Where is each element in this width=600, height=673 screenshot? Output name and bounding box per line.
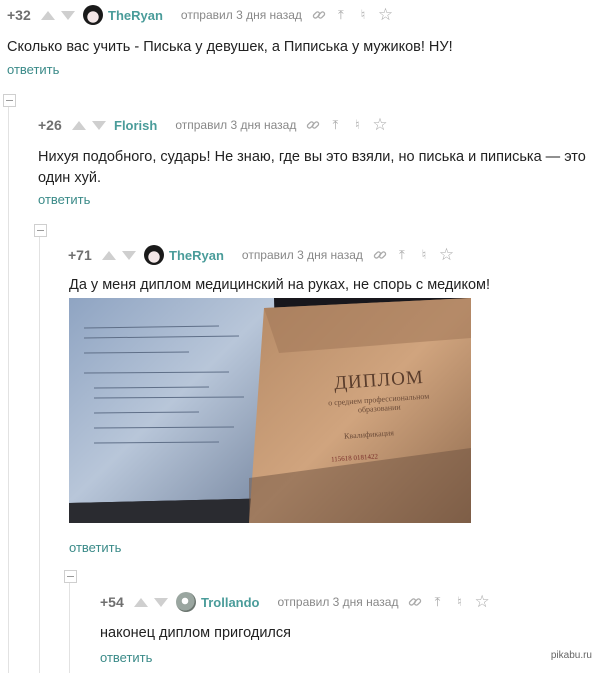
upvote-icon[interactable] <box>41 10 55 20</box>
upvote-icon[interactable] <box>134 597 148 607</box>
bookmark-icon[interactable]: ♮ <box>452 594 466 610</box>
avatar[interactable] <box>144 245 164 265</box>
comment-text: наконец диплом пригодился <box>100 625 291 641</box>
timestamp: отправил 3 дня назад <box>175 118 297 132</box>
collapse-toggle[interactable] <box>34 224 47 237</box>
timestamp: отправил 3 дня назад <box>241 248 363 262</box>
collapse-toggle[interactable] <box>3 94 16 107</box>
thread-line <box>8 106 9 673</box>
timestamp: отправил 3 дня назад <box>277 595 399 609</box>
avatar[interactable] <box>176 592 196 612</box>
comment-header: +26 Florish отправил 3 дня назад ⤒ ♮ ☆ <box>38 115 394 135</box>
rating: +54 <box>100 594 124 610</box>
bookmark-icon[interactable]: ♮ <box>356 7 370 23</box>
thread-line <box>69 582 70 673</box>
comment-text: Нихуя подобного, сударь! Не знаю, где вы… <box>38 149 586 186</box>
star-icon[interactable]: ☆ <box>439 245 454 265</box>
star-icon[interactable]: ☆ <box>372 115 387 135</box>
bookmark-icon[interactable]: ♮ <box>417 247 431 263</box>
comment-header: +54 Trollando отправил 3 дня назад ⤒ ♮ ☆ <box>100 592 496 612</box>
comment-header: +32 TheRyan отправил 3 дня назад ⤒ ♮ ☆ <box>7 5 400 25</box>
downvote-icon[interactable] <box>92 120 106 130</box>
comment-header: +71 TheRyan отправил 3 дня назад ⤒ ♮ ☆ <box>68 245 461 265</box>
attached-photo[interactable]: ДИПЛОМ о среднем профессиональном образо… <box>69 298 471 523</box>
pin-icon[interactable]: ⤒ <box>395 247 409 263</box>
author-name[interactable]: Florish <box>114 118 157 133</box>
author-name[interactable]: Trollando <box>201 595 260 610</box>
author-name[interactable]: TheRyan <box>169 248 224 263</box>
star-icon[interactable]: ☆ <box>474 592 489 612</box>
thread-line <box>39 236 40 673</box>
pin-icon[interactable]: ⤒ <box>430 594 444 610</box>
author-name[interactable]: TheRyan <box>108 8 163 23</box>
upvote-icon[interactable] <box>102 250 116 260</box>
collapse-toggle[interactable] <box>64 570 77 583</box>
link-icon[interactable] <box>373 248 387 262</box>
rating: +71 <box>68 247 92 263</box>
reply-link[interactable]: ответить <box>69 540 121 555</box>
watermark: pikabu.ru <box>550 650 592 661</box>
reply-link[interactable]: ответить <box>100 650 152 665</box>
upvote-icon[interactable] <box>72 120 86 130</box>
reply-link[interactable]: ответить <box>7 62 59 77</box>
downvote-icon[interactable] <box>154 597 168 607</box>
star-icon[interactable]: ☆ <box>378 5 393 25</box>
timestamp: отправил 3 дня назад <box>180 8 302 22</box>
bookmark-icon[interactable]: ♮ <box>350 117 364 133</box>
pin-icon[interactable]: ⤒ <box>328 117 342 133</box>
pin-icon[interactable]: ⤒ <box>334 7 348 23</box>
reply-link[interactable]: ответить <box>38 192 90 207</box>
comment-text: Сколько вас учить - Писька у девушек, а … <box>7 39 453 55</box>
link-icon[interactable] <box>312 8 326 22</box>
avatar[interactable] <box>83 5 103 25</box>
rating: +26 <box>38 117 62 133</box>
rating: +32 <box>7 7 31 23</box>
downvote-icon[interactable] <box>61 10 75 20</box>
comment-text: Да у меня диплом медицинский на руках, н… <box>69 277 491 293</box>
link-icon[interactable] <box>306 118 320 132</box>
downvote-icon[interactable] <box>122 250 136 260</box>
link-icon[interactable] <box>408 595 422 609</box>
